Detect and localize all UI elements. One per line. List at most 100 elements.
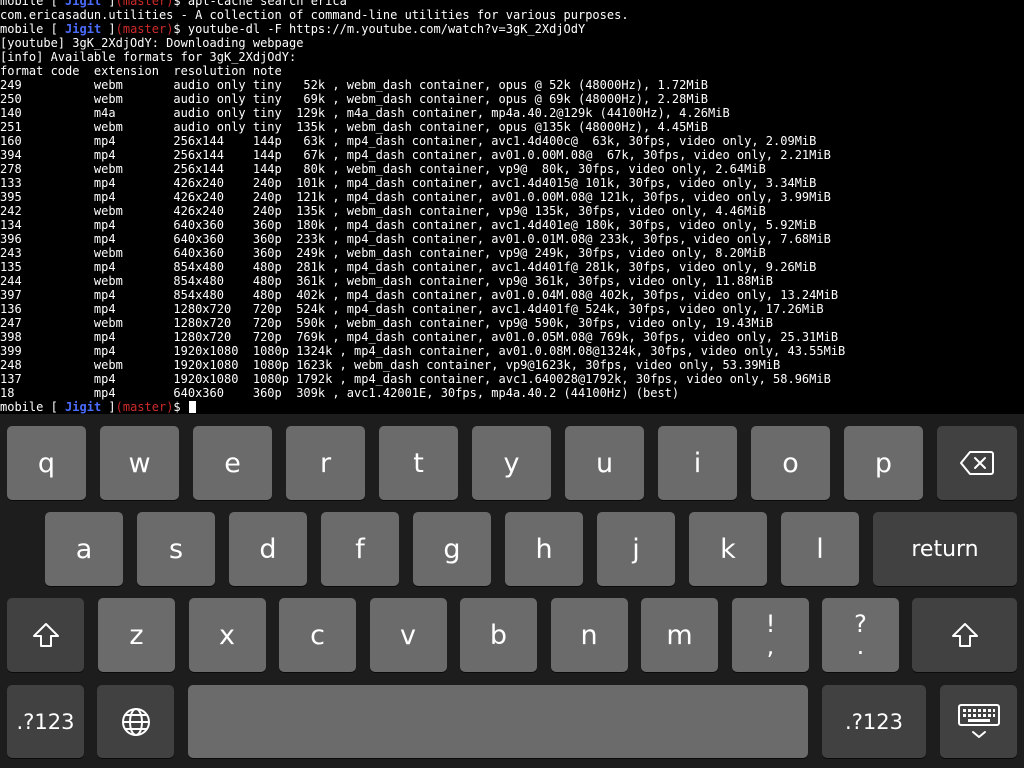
key-label: c [310,619,325,651]
prompt-user: mobile [0,400,44,414]
key-f[interactable]: f [321,512,399,586]
output-line: 398 mp4 1280x720 720p 769k , mp4_dash co… [0,330,839,344]
key-a[interactable]: a [45,512,123,586]
key-label: v [400,619,416,651]
prompt-host: Jigit [65,0,102,8]
output-line: 399 mp4 1920x1080 1080p 1324k , mp4_dash… [0,344,846,358]
key-d[interactable]: d [229,512,307,586]
key-i[interactable]: i [658,426,737,500]
output-line: 249 webm audio only tiny 52k , webm_dash… [0,78,709,92]
prompt-user: mobile [0,22,44,36]
key-b[interactable]: b [460,598,537,672]
output-line: 135 mp4 854x480 480p 281k , mp4_dash con… [0,260,817,274]
key-o[interactable]: o [751,426,830,500]
key-r[interactable]: r [286,426,365,500]
prompt-symbol: $ [173,0,188,8]
output-line: 247 webm 1280x720 720p 590k , webm_dash … [0,316,774,330]
prompt-bracket-close: ] [101,400,116,414]
numbers-key-right[interactable]: .?123 [822,685,926,758]
output-line: 248 webm 1920x1080 1080p 1623k , webm_da… [0,358,781,372]
output-line: com.ericasadun.utilities - A collection … [0,8,629,22]
key-w[interactable]: w [100,426,179,500]
key-label: e [224,447,241,479]
prompt-bracket-open: [ [43,22,66,36]
output-line: format code extension resolution note [0,64,282,78]
output-line: [info] Available formats for 3gK_2XdjOdY… [0,50,297,64]
prompt-branch: (master) [115,22,174,36]
key-label: j [632,533,640,565]
space-bar[interactable] [188,685,808,758]
output-line: 250 webm audio only tiny 69k , webm_dash… [0,92,709,106]
output-line: 244 webm 854x480 480p 361k , webm_dash c… [0,274,774,288]
key-k[interactable]: k [689,512,767,586]
prompt-bracket-close: ] [101,22,116,36]
key-label: s [168,533,184,565]
key-m[interactable]: m [641,598,718,672]
key-label: i [693,447,702,479]
numbers-key-left[interactable]: .?123 [7,685,84,758]
prompt-bracket-open: [ [43,0,66,8]
prompt-line: mobile [ Jigit ](master)$ [0,400,1024,414]
dismiss-keyboard-key[interactable] [940,685,1017,758]
terminal-output[interactable]: mobile [ Jigit ](master)$ apt-cache sear… [0,0,1024,414]
output-line: 133 mp4 426x240 240p 101k , mp4_dash con… [0,176,817,190]
key-bottom-char: , [766,632,775,660]
key-label: q [37,447,56,479]
globe-key[interactable] [97,685,174,758]
command-text: youtube-dl -F https://m.youtube.com/watc… [187,22,586,36]
output-line: 136 mp4 1280x720 720p 524k , mp4_dash co… [0,302,824,316]
key-label: m [666,619,693,651]
key-y[interactable]: y [472,426,551,500]
return-key-label: return [911,536,979,562]
key-label: p [874,447,893,479]
output-line: 396 mp4 640x360 360p 233k , mp4_dash con… [0,232,831,246]
shift-icon [951,622,979,648]
key-l[interactable]: l [781,512,859,586]
output-line: 140 m4a audio only tiny 129k , m4a_dash … [0,106,730,120]
exclamation-comma-key[interactable]: ! , [732,598,809,672]
output-line: 397 mp4 854x480 480p 402k , mp4_dash con… [0,288,839,302]
key-s[interactable]: s [137,512,215,586]
key-p[interactable]: p [844,426,923,500]
key-e[interactable]: e [193,426,272,500]
globe-icon [121,707,151,737]
key-c[interactable]: c [279,598,356,672]
key-label: n [580,619,598,651]
prompt-line: mobile [ Jigit ](master)$ apt-cache sear… [0,0,1024,8]
prompt-host: Jigit [65,400,102,414]
output-line: 160 mp4 256x144 144p 63k , mp4_dash cont… [0,134,817,148]
key-top-char: ? [854,610,867,638]
output-line: 134 mp4 640x360 360p 180k , mp4_dash con… [0,218,817,232]
key-bottom-char: . [856,632,865,660]
key-u[interactable]: u [565,426,644,500]
key-label: h [535,533,553,565]
key-label: g [443,533,461,565]
question-period-key[interactable]: ? . [822,598,899,672]
key-label: y [503,447,520,479]
prompt-symbol: $ [173,22,188,36]
shift-icon [32,622,60,648]
right-shift-key[interactable] [912,598,1017,672]
output-line: 278 webm 256x144 144p 80k , webm_dash co… [0,162,766,176]
key-label: z [129,619,144,651]
key-h[interactable]: h [505,512,583,586]
onscreen-keyboard: qwertyuiop asdfghjkl return zxcvbnm ! , … [0,414,1024,768]
key-v[interactable]: v [369,598,447,672]
key-label: a [75,533,93,565]
command-text: apt-cache search erica [187,0,347,8]
prompt-symbol: $ [173,400,188,414]
return-key[interactable]: return [873,512,1017,586]
prompt-bracket-close: ] [101,0,116,8]
key-q[interactable]: q [7,426,86,500]
key-x[interactable]: x [188,598,266,672]
left-shift-key[interactable] [7,598,84,672]
key-n[interactable]: n [550,598,628,672]
key-t[interactable]: t [379,426,458,500]
delete-key[interactable] [937,426,1017,500]
prompt-bracket-open: [ [43,400,66,414]
key-z[interactable]: z [98,598,175,672]
output-line: 394 mp4 256x144 144p 67k , mp4_dash cont… [0,148,831,162]
key-g[interactable]: g [413,512,491,586]
text-cursor [188,401,196,413]
key-j[interactable]: j [597,512,675,586]
